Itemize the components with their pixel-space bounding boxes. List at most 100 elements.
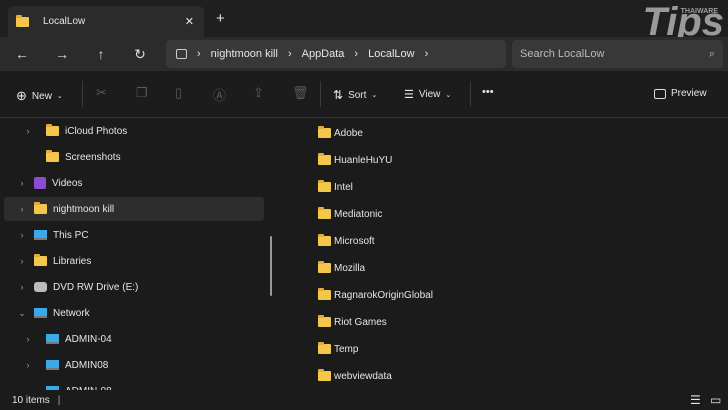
preview-label: Preview (671, 88, 707, 99)
sidebar-item[interactable]: › Libraries (4, 249, 264, 273)
videos-icon (34, 177, 46, 189)
breadcrumb-locallow[interactable]: LocalLow (368, 48, 414, 60)
status-divider: | (57, 394, 61, 406)
rename-icon[interactable]: Ⓐ (213, 85, 226, 104)
chevron-icon[interactable]: › (16, 282, 28, 292)
folder-icon (318, 234, 331, 246)
refresh-button[interactable]: ↻ (130, 45, 150, 63)
folder-icon (318, 261, 331, 273)
sidebar-item[interactable]: › iCloud Photos (4, 119, 264, 143)
sidebar-item-label: ADMIN-04 (65, 333, 112, 345)
file-list-item[interactable]: HuanleHuYU (318, 151, 392, 169)
file-name: Mediatonic (334, 208, 383, 220)
file-name: RagnarokOriginGlobal (334, 289, 433, 301)
file-name: HuanleHuYU (334, 154, 393, 166)
up-button[interactable]: ↑ (91, 45, 111, 63)
status-bar: 10 items | ☰ ▭ (0, 390, 728, 410)
monitor-icon (46, 334, 59, 344)
share-icon[interactable]: ⇪ (253, 85, 264, 101)
file-list-item[interactable]: Mozilla (318, 259, 365, 277)
chevron-icon[interactable]: › (16, 204, 28, 214)
delete-icon[interactable]: 🗑 (292, 85, 309, 101)
sidebar-item[interactable]: › nightmoon kill (4, 197, 264, 221)
sort-button[interactable]: ⇅ Sort ⌄ (333, 88, 377, 102)
new-button[interactable]: ⊕ New ⌄ (16, 88, 63, 104)
folder-icon (318, 369, 331, 381)
sidebar-item[interactable]: Screenshots (4, 145, 264, 169)
breadcrumb-appdata[interactable]: AppData (302, 48, 345, 60)
sidebar-item[interactable]: › ADMIN08 (4, 353, 264, 377)
sidebar-item-label: iCloud Photos (65, 125, 128, 137)
sidebar-item-label: Network (53, 307, 90, 319)
chevron-down-icon: ⌄ (445, 91, 452, 99)
sidebar-item[interactable]: › ADMIN-04 (4, 327, 264, 351)
view-label: View (418, 89, 441, 100)
folder-icon (318, 126, 331, 138)
file-name: Adobe (334, 127, 363, 139)
file-list-item[interactable]: Intel (318, 178, 353, 196)
chevron-icon[interactable]: › (16, 230, 28, 240)
tiles-view-icon[interactable]: ▭ (710, 393, 721, 407)
folder-icon (34, 254, 47, 266)
copy-icon[interactable]: ❐ (136, 85, 148, 101)
file-name: Intel (334, 181, 353, 193)
new-tab-button[interactable]: + (216, 10, 225, 27)
sidebar-item[interactable]: ⌄ Network (4, 301, 264, 325)
file-list-item[interactable]: Temp (318, 340, 358, 358)
back-button[interactable]: ← (12, 45, 32, 63)
monitor-icon (34, 230, 47, 240)
sidebar-item-label: Videos (52, 177, 83, 189)
preview-pane-icon (654, 88, 666, 99)
sidebar-item-label: Screenshots (65, 151, 121, 163)
sidebar-item-label: This PC (53, 229, 89, 241)
sidebar-item[interactable]: › This PC (4, 223, 264, 247)
file-list-item[interactable]: Adobe (318, 124, 363, 142)
forward-button[interactable]: → (52, 45, 72, 63)
file-list-item[interactable]: Mediatonic (318, 205, 382, 223)
sidebar-scrollbar[interactable] (270, 236, 272, 296)
sidebar-item[interactable]: › DVD RW Drive (E:) (4, 275, 264, 299)
new-label: New (31, 90, 52, 102)
command-bar: ⊕ New ⌄ ✂ ❐ ▯ Ⓐ ⇪ 🗑 ⇅ Sort ⌄ ☰ View ⌄ ••• Prev… (0, 71, 728, 118)
chevron-icon[interactable]: ⌄ (16, 308, 28, 319)
chevron-icon[interactable]: › (16, 256, 28, 266)
search-placeholder: Search LocalLow (520, 48, 605, 60)
chevron-icon[interactable]: › (16, 178, 28, 188)
details-view-icon[interactable]: ☰ (690, 393, 701, 407)
file-list-item[interactable]: RagnarokOriginGlobal (318, 286, 433, 304)
address-bar[interactable]: › nightmoon kill › AppData › LocalLow › (166, 40, 506, 68)
more-options-button[interactable]: ••• (482, 86, 494, 98)
sidebar-item[interactable]: › Videos (4, 171, 264, 195)
search-input[interactable]: Search LocalLow ⌕ (512, 40, 723, 68)
file-list-item[interactable]: Microsoft (318, 232, 375, 250)
chevron-icon[interactable]: › (22, 334, 34, 344)
chevron-right-icon: › (197, 48, 201, 60)
file-name: Microsoft (334, 235, 375, 247)
breadcrumb-nightmoon-kill[interactable]: nightmoon kill (211, 48, 278, 60)
tab-locallow[interactable]: LocalLow ✕ (8, 6, 204, 37)
sidebar-item-label: Libraries (53, 255, 92, 267)
close-tab-icon[interactable]: ✕ (185, 15, 194, 28)
folder-icon (46, 124, 59, 136)
monitor-icon (176, 49, 187, 59)
chevron-down-icon: ⌄ (56, 93, 63, 100)
dvd-icon (34, 282, 47, 292)
view-button[interactable]: ☰ View ⌄ (404, 88, 451, 101)
file-name: Temp (334, 343, 359, 355)
paste-icon[interactable]: ▯ (175, 85, 182, 101)
file-list-item[interactable]: webviewdata (318, 367, 392, 385)
file-name: Riot Games (334, 316, 387, 328)
sort-icon: ⇅ (333, 88, 344, 102)
folder-icon (318, 342, 331, 354)
cut-icon[interactable]: ✂ (96, 85, 107, 101)
tab-title: LocalLow (43, 16, 86, 27)
sort-label: Sort (348, 89, 367, 101)
chevron-icon[interactable]: › (22, 360, 34, 370)
chevron-right-icon[interactable]: › (425, 48, 429, 60)
plus-circle-icon: ⊕ (16, 88, 27, 103)
preview-button[interactable]: Preview (654, 88, 707, 99)
file-list-item[interactable]: Riot Games (318, 313, 387, 331)
folder-icon (318, 180, 331, 192)
chevron-icon[interactable]: › (22, 126, 34, 136)
divider (320, 81, 321, 107)
